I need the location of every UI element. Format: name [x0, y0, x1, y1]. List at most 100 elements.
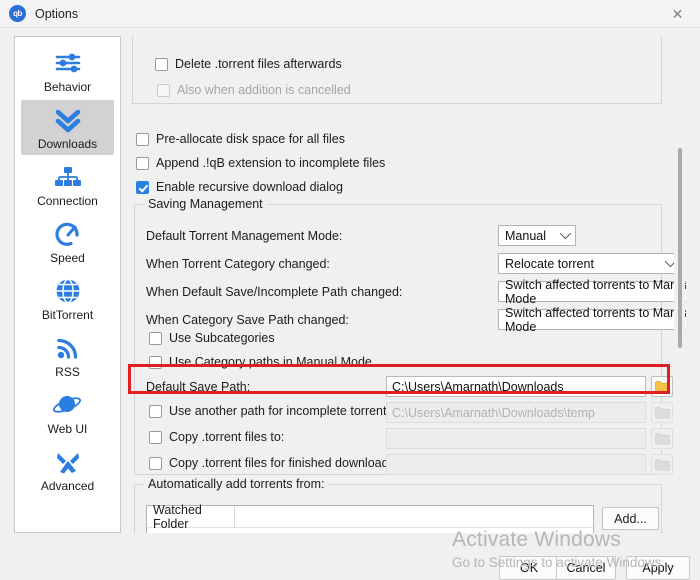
category-changed-select[interactable]: Relocate torrent	[498, 253, 681, 274]
settings-sidebar: Behavior Downloads Connection Speed BitT…	[14, 36, 121, 533]
watched-folders-table[interactable]: Watched Folder	[146, 503, 594, 533]
close-icon[interactable]: ✕	[655, 0, 700, 28]
incomplete-path-row[interactable]: Use another path for incomplete torrents…	[149, 404, 396, 418]
auto-add-group: Automatically add torrents from: Watched…	[134, 477, 662, 533]
default-tmm-select[interactable]: Manual	[498, 225, 576, 246]
category-path-changed-value: Switch affected torrents to Manual Mode	[505, 305, 686, 334]
sidebar-item-label: Speed	[50, 251, 85, 265]
copy-torrent-browse-button	[651, 428, 673, 449]
saving-management-title: Saving Management	[144, 197, 267, 211]
category-path-changed-select[interactable]: Switch affected torrents to Manual Mode	[498, 306, 686, 334]
also-when-cancelled-row: Also when addition is cancelled	[157, 83, 351, 97]
use-subcategories-row[interactable]: Use Subcategories	[149, 331, 275, 345]
incomplete-path-label: Use another path for incomplete torrents…	[169, 404, 397, 418]
default-save-path-label: Default Save Path:	[146, 380, 251, 394]
default-path-changed-value: Switch affected torrents to Manual Mode	[505, 277, 686, 306]
window-title: Options	[35, 6, 79, 21]
preallocate-checkbox[interactable]	[136, 132, 149, 146]
default-save-path-input[interactable]: C:\Users\Amarnath\Downloads	[386, 376, 646, 397]
category-path-changed-label: When Category Save Path changed:	[146, 313, 349, 327]
sliders-icon	[53, 48, 83, 78]
sidebar-item-label: Downloads	[37, 137, 98, 151]
copy-finished-input	[386, 454, 646, 475]
default-tmm-label: Default Torrent Management Mode:	[146, 229, 343, 243]
planet-icon	[52, 390, 83, 420]
recursive-download-row[interactable]: Enable recursive download dialog	[136, 180, 343, 194]
add-watched-folder-button[interactable]: Add...	[602, 507, 659, 530]
delete-torrent-files-checkbox[interactable]	[155, 57, 168, 71]
incomplete-path-browse-button	[651, 402, 673, 423]
sidebar-item-web-ui[interactable]: Web UI	[21, 385, 114, 440]
incomplete-path-input: C:\Users\Amarnath\Downloads\temp	[386, 402, 646, 423]
copy-finished-row[interactable]: Copy .torrent files for finished downloa…	[149, 456, 412, 470]
panel-scrollbar[interactable]	[674, 36, 685, 533]
tools-icon	[54, 447, 82, 477]
default-save-path-value: C:\Users\Amarnath\Downloads	[392, 379, 564, 394]
globe-icon	[54, 276, 82, 306]
copy-finished-label: Copy .torrent files for finished downloa…	[169, 456, 413, 470]
also-when-cancelled-checkbox	[157, 83, 170, 97]
downloads-settings-panel: Delete .torrent files afterwards Also wh…	[130, 36, 686, 533]
append-extension-checkbox[interactable]	[136, 156, 149, 170]
preallocate-label: Pre-allocate disk space for all files	[156, 132, 345, 146]
use-category-paths-label: Use Category paths in Manual Mode	[169, 355, 372, 369]
use-subcategories-checkbox[interactable]	[149, 331, 162, 345]
sidebar-item-advanced[interactable]: Advanced	[21, 442, 114, 497]
category-changed-label: When Torrent Category changed:	[146, 257, 330, 271]
delete-torrent-files-label: Delete .torrent files afterwards	[175, 57, 342, 71]
sidebar-item-label: Advanced	[40, 479, 95, 493]
sidebar-item-label: BitTorrent	[41, 308, 94, 322]
copy-torrent-label: Copy .torrent files to:	[169, 430, 285, 444]
sidebar-item-label: Behavior	[43, 80, 92, 94]
default-tmm-value: Manual	[505, 228, 546, 243]
rss-icon	[55, 333, 81, 363]
apply-button[interactable]: Apply	[626, 556, 690, 580]
speedometer-icon	[54, 219, 82, 249]
copy-finished-checkbox[interactable]	[149, 456, 162, 470]
watched-folders-header-row: Watched Folder	[147, 503, 593, 531]
add-button-label: Add...	[614, 511, 647, 526]
chevron-down-icon	[559, 227, 572, 240]
ok-button-label: OK	[519, 561, 539, 575]
sidebar-item-label: Connection	[37, 194, 98, 208]
auto-add-title: Automatically add torrents from:	[144, 477, 329, 491]
delete-torrent-files-row[interactable]: Delete .torrent files afterwards	[155, 57, 342, 71]
copy-torrent-row[interactable]: Copy .torrent files to:	[149, 430, 284, 444]
recursive-download-checkbox[interactable]	[136, 180, 149, 194]
cancel-button[interactable]: Cancel	[556, 556, 616, 580]
watched-folder-column-header[interactable]: Watched Folder	[147, 503, 235, 531]
incomplete-path-value: C:\Users\Amarnath\Downloads\temp	[392, 405, 595, 420]
default-path-changed-label: When Default Save/Incomplete Path change…	[146, 285, 403, 299]
copy-finished-browse-button	[651, 454, 673, 475]
sidebar-item-rss[interactable]: RSS	[21, 328, 114, 383]
ok-button[interactable]: OK	[499, 556, 559, 580]
sidebar-item-speed[interactable]: Speed	[21, 214, 114, 269]
options-dialog-body: Behavior Downloads Connection Speed BitT…	[0, 28, 700, 580]
category-changed-value: Relocate torrent	[505, 256, 594, 271]
append-extension-row[interactable]: Append .!qB extension to incomplete file…	[136, 156, 385, 170]
incomplete-path-checkbox[interactable]	[149, 404, 162, 418]
sidebar-item-behavior[interactable]: Behavior	[21, 43, 114, 98]
sidebar-item-downloads[interactable]: Downloads	[21, 100, 114, 155]
qbittorrent-logo-icon: qb	[9, 5, 26, 22]
scrollbar-thumb[interactable]	[678, 148, 682, 348]
sidebar-item-label: RSS	[55, 365, 80, 379]
saving-management-group: Saving Management Default Torrent Manage…	[134, 197, 686, 475]
use-subcategories-label: Use Subcategories	[169, 331, 275, 345]
sidebar-item-bittorrent[interactable]: BitTorrent	[21, 271, 114, 326]
default-save-path-browse-button[interactable]	[651, 376, 673, 397]
use-category-paths-row[interactable]: Use Category paths in Manual Mode	[149, 355, 372, 369]
recursive-download-label: Enable recursive download dialog	[156, 180, 343, 194]
apply-button-label: Apply	[642, 561, 674, 575]
sidebar-item-connection[interactable]: Connection	[21, 157, 114, 212]
copy-torrent-input	[386, 428, 646, 449]
copy-torrent-checkbox[interactable]	[149, 430, 162, 444]
append-extension-label: Append .!qB extension to incomplete file…	[156, 156, 386, 170]
preallocate-row[interactable]: Pre-allocate disk space for all files	[136, 132, 345, 146]
default-path-changed-select[interactable]: Switch affected torrents to Manual Mode	[498, 278, 686, 306]
double-chevron-down-icon	[53, 105, 83, 135]
network-icon	[53, 162, 83, 192]
cancel-button-label: Cancel	[566, 561, 606, 575]
use-category-paths-checkbox[interactable]	[149, 355, 162, 369]
torrent-deletion-group: Delete .torrent files afterwards Also wh…	[132, 36, 662, 104]
